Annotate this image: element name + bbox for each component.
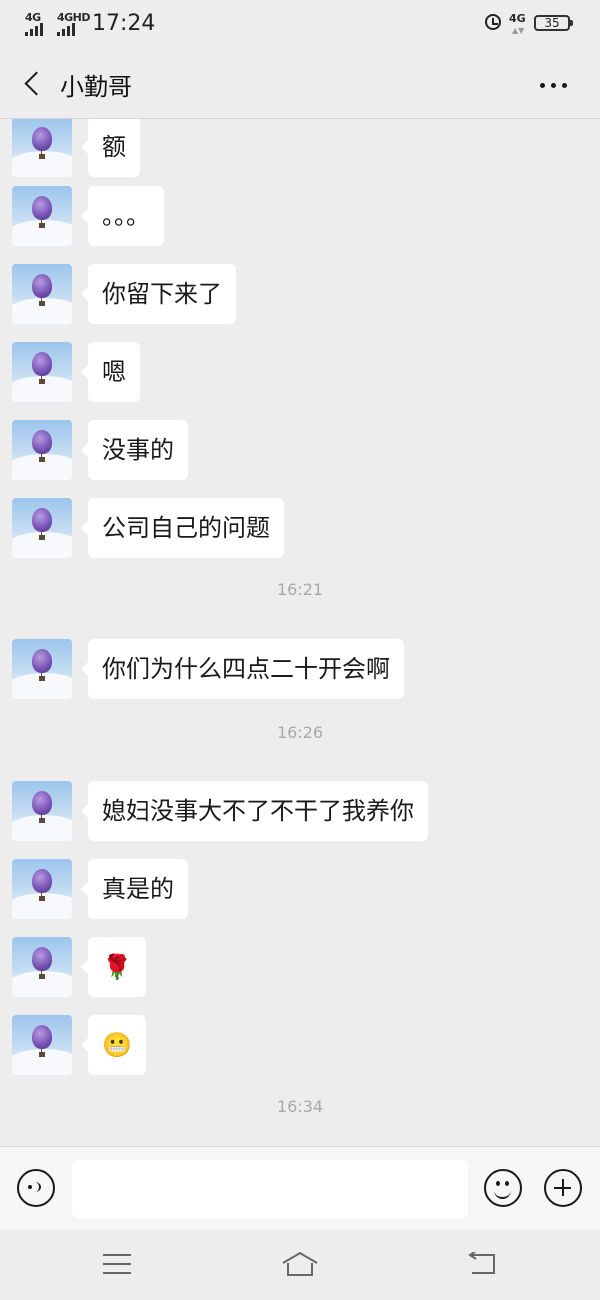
balloon-icon <box>32 508 52 532</box>
home-icon[interactable] <box>280 1250 320 1278</box>
battery-level: 35 <box>544 16 560 30</box>
avatar[interactable] <box>12 342 72 402</box>
system-nav-bar <box>0 1230 600 1300</box>
data-arrows-icon: ▲▼ <box>512 26 525 35</box>
balloon-icon <box>32 649 52 673</box>
message-bubble[interactable]: 真是的 <box>81 859 188 919</box>
voice-icon[interactable] <box>17 1169 55 1207</box>
message-list[interactable]: 额。。。你留下来了嗯没事的公司自己的问题 16:21 你们为什么四点二十开会啊 16:… <box>0 119 600 1146</box>
timestamp: 16:34 <box>276 1097 324 1116</box>
signal-bars-icon <box>57 23 75 36</box>
timestamp: 16:26 <box>276 723 324 742</box>
network-label: 4G <box>509 12 526 25</box>
balloon-icon <box>32 127 52 151</box>
chat-title: 小勤哥 <box>60 73 132 101</box>
avatar[interactable] <box>12 937 72 997</box>
message-bubble[interactable]: 。。。 <box>81 186 164 246</box>
message-bubble[interactable]: 🌹 <box>81 937 146 997</box>
balloon-icon <box>32 352 52 376</box>
status-bar: 4G 4GHD 17:24 4G ▲▼ 35 <box>0 0 600 50</box>
avatar[interactable] <box>12 420 72 480</box>
avatar[interactable] <box>12 639 72 699</box>
more-dots-icon[interactable] <box>540 75 574 95</box>
message-bubble[interactable]: 😬 <box>81 1015 146 1075</box>
balloon-icon <box>32 947 52 971</box>
input-bar <box>0 1146 600 1231</box>
avatar[interactable] <box>12 859 72 919</box>
timestamp: 16:21 <box>276 580 324 599</box>
chat-header: 小勤哥 <box>0 50 600 119</box>
balloon-icon <box>32 791 52 815</box>
avatar[interactable] <box>12 498 72 558</box>
signal-bars-icon <box>25 23 43 36</box>
message-bubble[interactable]: 嗯 <box>81 342 140 402</box>
avatar[interactable] <box>12 264 72 324</box>
message-bubble[interactable]: 你们为什么四点二十开会啊 <box>81 639 404 699</box>
avatar[interactable] <box>12 186 72 246</box>
message-bubble[interactable]: 媳妇没事大不了不干了我养你 <box>81 781 428 841</box>
menu-icon[interactable] <box>103 1254 131 1276</box>
message-bubble[interactable]: 额 <box>81 119 140 177</box>
alarm-icon <box>485 14 501 30</box>
message-bubble[interactable]: 没事的 <box>81 420 188 480</box>
avatar[interactable] <box>12 781 72 841</box>
balloon-icon <box>32 869 52 893</box>
balloon-icon <box>32 196 52 220</box>
message-bubble[interactable]: 你留下来了 <box>81 264 236 324</box>
back-icon[interactable] <box>466 1252 498 1276</box>
emoji-icon[interactable] <box>484 1169 522 1207</box>
balloon-icon <box>32 274 52 298</box>
avatar[interactable] <box>12 1015 72 1075</box>
status-time: 17:24 <box>92 11 156 36</box>
balloon-icon <box>32 1025 52 1049</box>
plus-icon[interactable] <box>544 1169 582 1207</box>
message-input[interactable] <box>72 1160 468 1218</box>
battery-icon: 35 <box>534 15 573 31</box>
message-bubble[interactable]: 公司自己的问题 <box>81 498 284 558</box>
chevron-left-icon[interactable] <box>20 68 54 102</box>
balloon-icon <box>32 430 52 454</box>
avatar[interactable] <box>12 119 72 177</box>
